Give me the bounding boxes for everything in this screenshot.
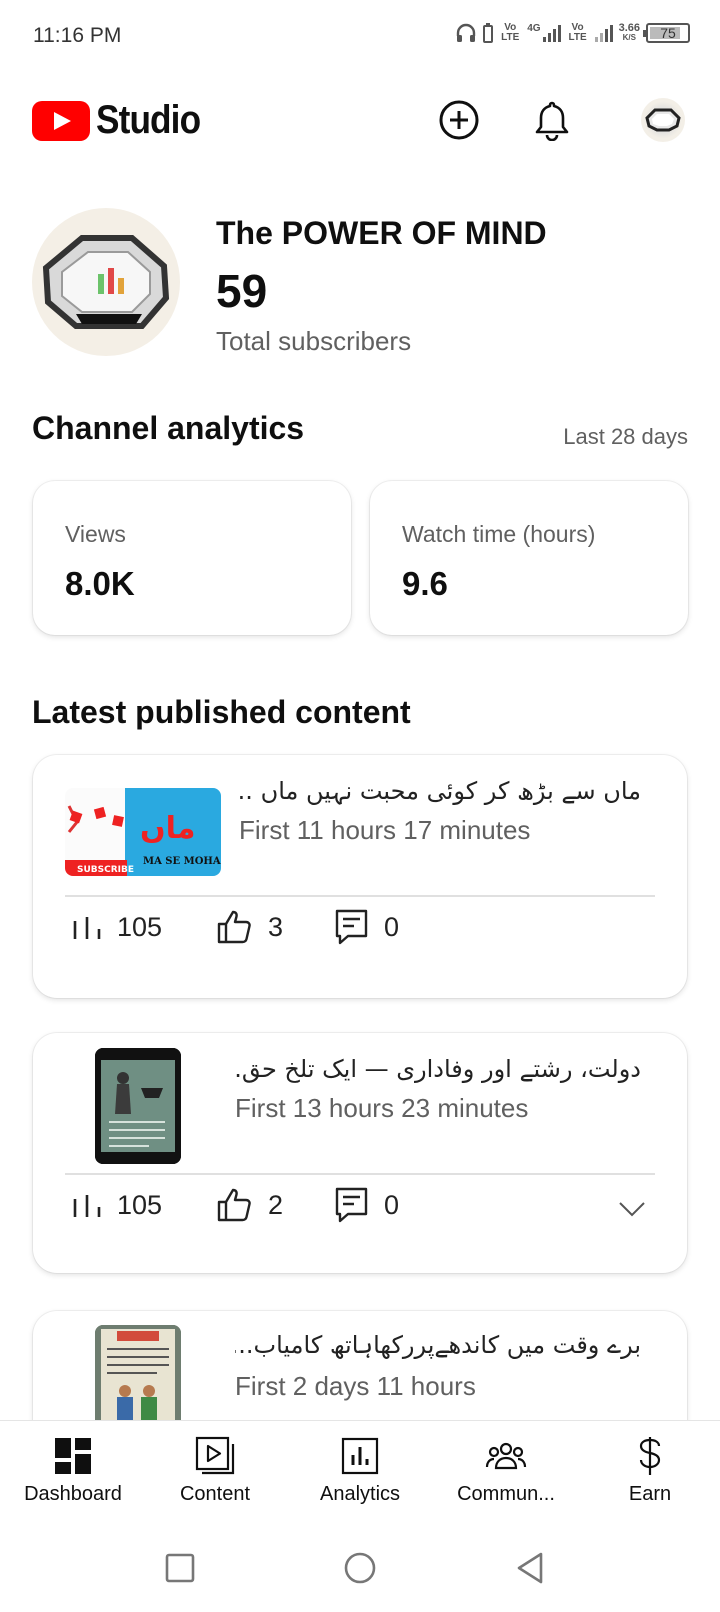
comments-count: 0	[384, 911, 400, 942]
thumb1-subscribe: SUBSCRIBE	[77, 865, 134, 875]
views-label: Views	[65, 521, 126, 547]
nav-label: Content	[179, 1483, 251, 1505]
thumbs-up-icon	[217, 910, 251, 944]
status-bar: 11:16 PM Vo LTE 4G Vo LTE 3.66 K/S 75	[0, 0, 720, 72]
thumbnail-art: ماں MA SE MOHAB SUBSCRIBE	[65, 788, 221, 876]
channel-avatar[interactable]	[32, 208, 180, 356]
nav-content[interactable]: Content	[145, 1435, 285, 1506]
video-title: دولت، رشتے اور وفاداری — ایک تلخ حق...	[235, 1055, 641, 1083]
views-card[interactable]: Views 8.0K	[33, 481, 351, 635]
headphones-icon	[457, 23, 476, 42]
volte-label-1: Vo LTE	[501, 22, 520, 43]
system-navigation	[0, 1522, 720, 1612]
video-title: ماں سے بڑھ کر کوئی محبت نہیں ماں ...	[239, 777, 641, 805]
watch-time-value: 9.6	[402, 565, 448, 602]
thumbs-up-icon	[217, 1188, 251, 1222]
views-count: 105	[117, 1189, 163, 1220]
watch-time-label: Watch time (hours)	[402, 521, 596, 547]
account-avatar[interactable]	[641, 98, 685, 142]
network-speed: 3.66 K/S	[619, 23, 640, 43]
comment-icon	[335, 1187, 368, 1223]
status-icons: Vo LTE 4G Vo LTE 3.66 K/S 75	[455, 22, 690, 44]
video-time: First 11 hours 17 minutes	[239, 815, 531, 845]
likes-count: 2	[268, 1189, 284, 1220]
content-icon	[195, 1436, 235, 1475]
channel-logo	[42, 235, 170, 329]
channel-analytics-title: Channel analytics	[32, 410, 305, 446]
likes-count: 3	[268, 911, 284, 942]
watch-time-card[interactable]: Watch time (hours) 9.6	[370, 481, 688, 635]
channel-name: The POWER OF MIND	[216, 215, 547, 251]
signal-1: 4G	[527, 23, 561, 42]
comment-icon	[335, 909, 368, 945]
nav-analytics[interactable]: Analytics	[290, 1435, 430, 1506]
app-header: Studio	[0, 80, 720, 164]
signal-bars-2	[594, 24, 613, 42]
recents-button[interactable]	[158, 1546, 202, 1590]
home-button[interactable]	[338, 1546, 382, 1590]
bar-chart-icon	[73, 917, 101, 939]
views-count: 105	[117, 911, 163, 942]
latest-content-title: Latest published content	[32, 694, 411, 730]
subscriber-count: 59	[216, 265, 268, 317]
bottom-navigation: Dashboard Content Analytics Commun... Ea…	[0, 1420, 720, 1522]
nav-earn[interactable]: Earn	[580, 1435, 720, 1506]
back-triangle-icon	[517, 1552, 543, 1584]
speed-value: 3.66	[618, 22, 640, 34]
views-value: 8.0K	[65, 565, 135, 602]
content-card[interactable]: ماں MA SE MOHAB SUBSCRIBE ماں سے بڑھ کر …	[33, 755, 687, 998]
volte-label-2: Vo LTE	[568, 22, 587, 43]
battery-level: 75	[660, 25, 676, 41]
nav-label: Commun...	[457, 1483, 555, 1505]
community-icon	[485, 1442, 527, 1470]
card-divider	[65, 895, 655, 897]
nav-dashboard[interactable]: Dashboard	[3, 1435, 143, 1506]
status-time: 11:16 PM	[33, 24, 122, 47]
add-circle-icon	[439, 100, 479, 140]
views-metric: 105	[71, 907, 162, 947]
speed-unit: K/S	[622, 33, 636, 42]
back-button[interactable]	[508, 1546, 552, 1590]
card-divider	[65, 1173, 655, 1175]
views-metric: 105	[71, 1185, 162, 1225]
create-button[interactable]	[435, 96, 483, 144]
bell-icon	[535, 101, 569, 141]
signal-bars-1	[542, 24, 561, 42]
comments-count: 0	[384, 1189, 400, 1220]
dashboard-icon	[55, 1438, 91, 1474]
video-time: First 13 hours 23 minutes	[235, 1093, 529, 1123]
video-time: First 2 days 11 hours	[235, 1371, 476, 1401]
battery-saver-icon	[483, 23, 494, 43]
dollar-icon	[639, 1437, 661, 1475]
circle-icon	[344, 1552, 376, 1584]
thumb1-word: ماں	[140, 811, 195, 846]
analytics-icon	[341, 1437, 379, 1475]
thumbnail-art	[95, 1048, 181, 1164]
studio-logo[interactable]: Studio	[32, 98, 214, 143]
network-type: 4G	[527, 23, 541, 34]
nav-label: Analytics	[319, 1483, 401, 1505]
square-icon	[165, 1553, 195, 1583]
channel-logo-small	[645, 108, 681, 132]
subscriber-label: Total subscribers	[216, 326, 412, 356]
comments-metric: 0	[334, 1185, 399, 1225]
bar-chart-icon	[73, 1195, 101, 1217]
battery-indicator: 75	[643, 23, 690, 43]
notifications-button[interactable]	[528, 96, 576, 144]
comments-metric: 0	[334, 907, 399, 947]
app-name: Studio	[96, 98, 201, 142]
thumb1-brand: MA SE MOHAB	[143, 856, 221, 867]
video-thumbnail[interactable]: ماں MA SE MOHAB SUBSCRIBE	[65, 788, 221, 876]
nav-label: Dashboard	[24, 1483, 122, 1505]
likes-metric: 2	[216, 1185, 283, 1225]
likes-metric: 3	[216, 907, 283, 947]
content-card[interactable]: دولت، رشتے اور وفاداری — ایک تلخ حق... F…	[33, 1033, 687, 1273]
video-thumbnail[interactable]	[95, 1048, 181, 1164]
youtube-play-icon	[32, 100, 90, 141]
nav-label: Earn	[628, 1483, 672, 1505]
analytics-period: Last 28 days	[563, 424, 688, 449]
chevron-down-icon[interactable]	[617, 1193, 647, 1223]
video-title: برے وقت میں کاندھےپررکھاہاتھ کامیاب...	[235, 1331, 641, 1359]
nav-community[interactable]: Commun...	[436, 1435, 576, 1506]
